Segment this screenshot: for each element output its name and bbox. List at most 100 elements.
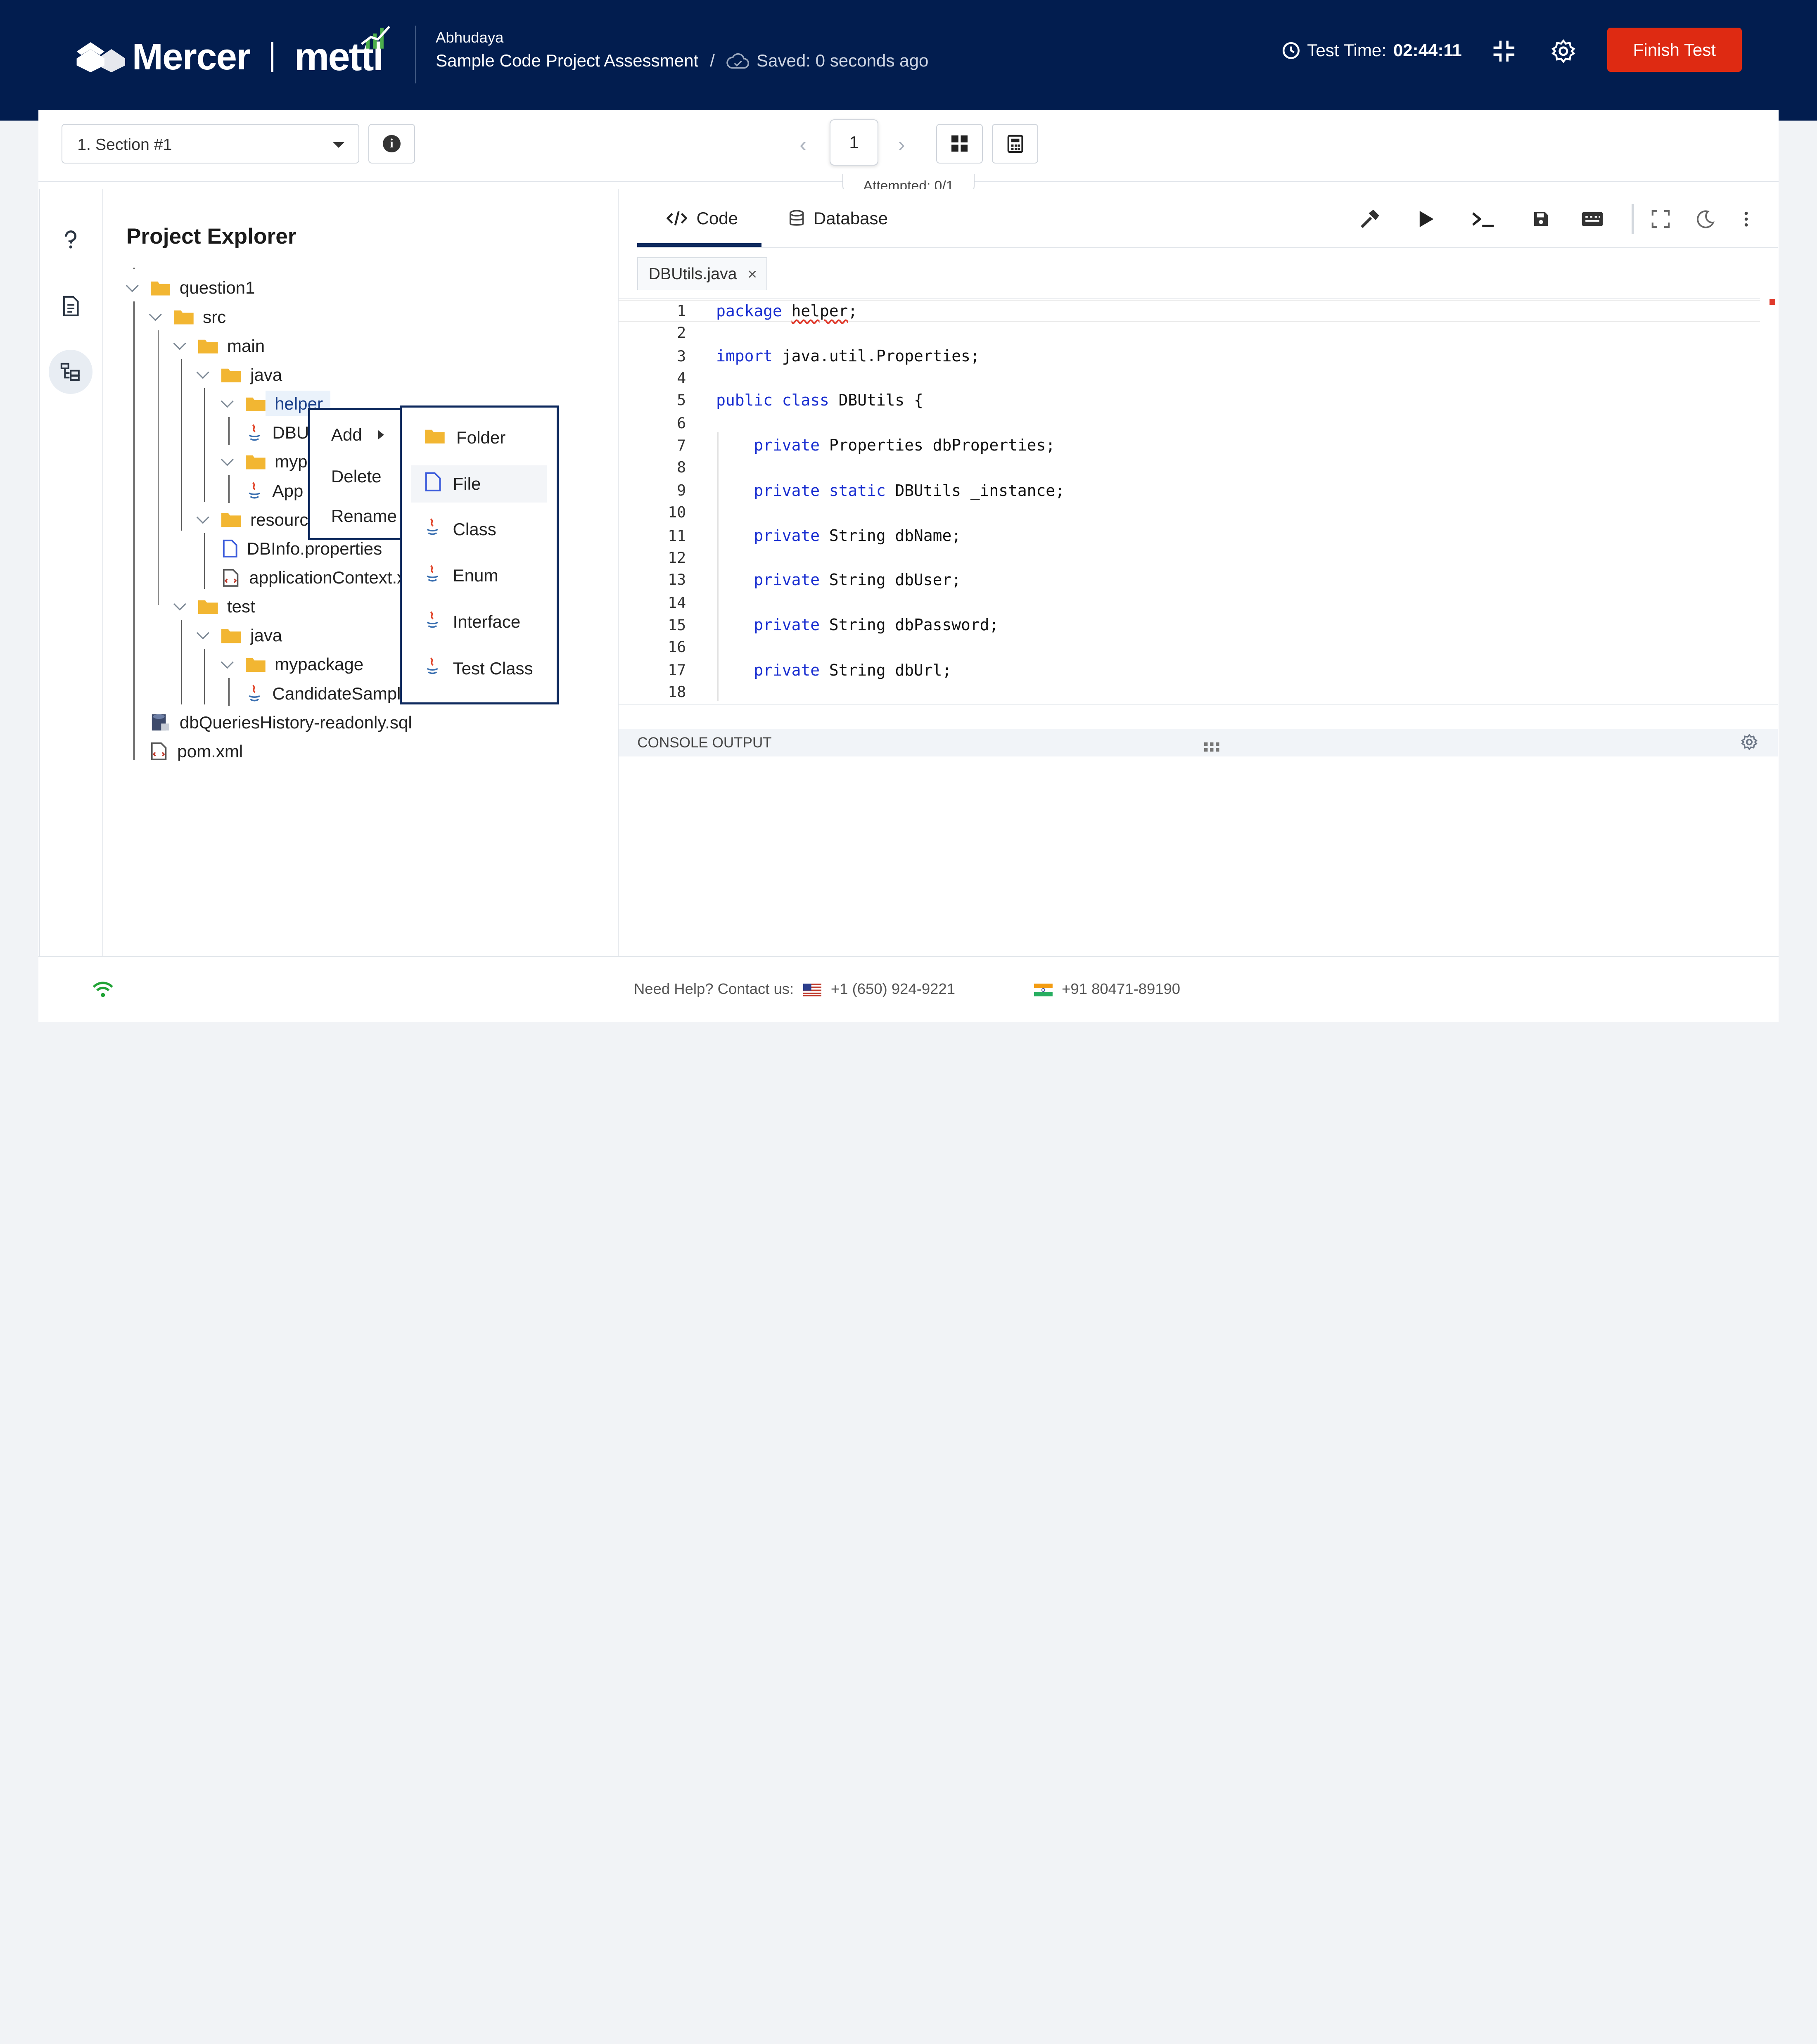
submenu-test-class[interactable]: Test Class: [411, 650, 547, 687]
test-time-value: 02:44:11: [1393, 40, 1462, 60]
next-question-arrow[interactable]: ›: [898, 132, 905, 157]
context-delete[interactable]: Delete: [331, 467, 382, 486]
tree-node-pom[interactable]: pom.xml: [151, 742, 243, 761]
tree-node-dbutils[interactable]: DBU: [247, 423, 309, 443]
tab-database[interactable]: Database: [789, 209, 888, 228]
save-disk-icon[interactable]: [1530, 207, 1553, 230]
tree-node-dbqueries[interactable]: dbQueriesHistory-readonly.sql: [151, 713, 412, 733]
build-hammer-icon[interactable]: [1358, 207, 1381, 230]
clock-icon: [1282, 42, 1300, 59]
tree-node-test-java[interactable]: java: [196, 626, 282, 645]
code-line: 5 public class DBUtils {: [677, 391, 923, 409]
close-tab-icon[interactable]: ×: [747, 265, 757, 284]
tree-node-mypackage[interactable]: myp: [221, 452, 308, 472]
collapse-icon[interactable]: [1491, 38, 1517, 64]
more-options-icon[interactable]: [1735, 207, 1758, 230]
xml-file-icon: [223, 569, 240, 587]
java-file-icon: [247, 481, 263, 500]
code-line: 10: [668, 503, 686, 522]
caret-down-icon: [333, 142, 345, 148]
drag-handle-icon[interactable]: [1204, 736, 1220, 757]
tree-guide: [228, 475, 230, 503]
file-tab-dbutils[interactable]: DBUtils.java ×: [637, 257, 767, 290]
submenu-interface[interactable]: Interface: [411, 603, 547, 640]
console-header: CONSOLE OUTPUT: [619, 729, 1778, 757]
india-flag-icon: [1034, 983, 1053, 996]
help-text: Need Help? Contact us:: [633, 980, 794, 997]
active-tab-underline: [637, 243, 761, 247]
tabs-divider: [637, 247, 1778, 248]
assessment-title: Sample Code Project Assessment: [436, 51, 699, 71]
tree-guide: [228, 417, 230, 445]
tree-guide: [157, 330, 159, 605]
code-line: 13 private String dbUser;: [668, 570, 961, 589]
document-icon[interactable]: [52, 287, 89, 325]
tree-node-resources[interactable]: resourc: [196, 510, 308, 530]
console-title: CONSOLE OUTPUT: [637, 734, 772, 751]
assessment-info: Sample Code Project Assessment / Saved: …: [436, 51, 928, 71]
info-button[interactable]: i: [368, 124, 415, 164]
keyboard-icon[interactable]: [1581, 207, 1604, 230]
tree-guide: [204, 388, 205, 502]
fullscreen-icon[interactable]: [1649, 207, 1672, 230]
india-phone[interactable]: +91 80471-89190: [1062, 980, 1180, 998]
java-file-icon: [247, 424, 263, 442]
brand-name: Mercer: [132, 36, 251, 78]
context-rename[interactable]: Rename: [331, 506, 397, 526]
tree-guide: [180, 359, 182, 531]
calculator-icon: [1007, 135, 1023, 153]
submenu-enum[interactable]: Enum: [411, 557, 547, 594]
code-line: 16: [668, 638, 686, 656]
dark-mode-moon-icon[interactable]: [1694, 207, 1717, 230]
folder-icon: [150, 280, 171, 296]
finish-test-button[interactable]: Finish Test: [1607, 28, 1742, 72]
code-line: 4: [677, 369, 686, 387]
tree-node-java[interactable]: java: [196, 365, 282, 385]
test-time-label: Test Time:: [1307, 40, 1387, 60]
question-help-icon[interactable]: [52, 221, 89, 258]
code-line: 18: [668, 683, 686, 701]
code-line: 9 private static DBUtils _instance;: [677, 481, 1065, 500]
saved-status: Saved: 0 seconds ago: [726, 51, 928, 71]
code-line: 1 package helper;: [619, 299, 1760, 322]
help-contact: Need Help? Contact us: +1 (650) 924-9221…: [634, 980, 1180, 998]
java-icon: [425, 611, 441, 633]
context-add[interactable]: Add: [331, 425, 384, 445]
tree-node-question1[interactable]: question1: [126, 278, 255, 298]
tree-node-test[interactable]: test: [173, 597, 255, 617]
tree-node-test-mypackage[interactable]: mypackage: [221, 654, 363, 674]
section-select[interactable]: 1. Section #1: [61, 124, 359, 164]
indent-guide: [717, 432, 719, 701]
grid-view-button[interactable]: [936, 124, 983, 164]
code-editor[interactable]: 1 package helper; 2 3 import java.util.Pro…: [619, 298, 1760, 703]
tree-guide: [204, 533, 205, 589]
submenu-folder[interactable]: Folder: [411, 419, 547, 456]
us-phone[interactable]: +1 (650) 924-9221: [831, 980, 955, 998]
run-play-icon[interactable]: [1415, 207, 1438, 230]
section-select-value: 1. Section #1: [77, 135, 172, 154]
terminal-icon[interactable]: [1472, 207, 1495, 230]
calculator-button[interactable]: [992, 124, 1039, 164]
folder-icon: [198, 599, 218, 614]
file-icon: [425, 472, 441, 496]
grid-icon: [951, 135, 968, 152]
tree-node-candidatesample[interactable]: CandidateSample: [247, 684, 410, 704]
prev-question-arrow[interactable]: ‹: [799, 132, 807, 157]
settings-gear-icon[interactable]: [1551, 38, 1576, 64]
tree-node-dbinfo[interactable]: DBInfo.properties: [223, 539, 382, 559]
code-line: 7 private Properties dbProperties;: [677, 436, 1056, 455]
console-settings-icon[interactable]: [1741, 733, 1758, 755]
tree-node-src[interactable]: src: [149, 307, 226, 327]
question-number[interactable]: 1: [830, 119, 879, 166]
submenu-class[interactable]: Class: [411, 511, 547, 548]
tree-node-appcontext[interactable]: applicationContext.x: [223, 568, 406, 588]
submenu-file[interactable]: File: [411, 465, 547, 503]
tab-code[interactable]: Code: [666, 209, 738, 228]
project-tree-icon[interactable]: [48, 350, 93, 394]
cloud-icon: [726, 53, 750, 69]
xml-file-icon: [151, 742, 168, 761]
tree-node-app[interactable]: App: [247, 481, 303, 501]
code-line: 3 import java.util.Properties;: [677, 347, 980, 365]
tree-node-main[interactable]: main: [173, 336, 265, 356]
error-marker: [1769, 299, 1775, 305]
